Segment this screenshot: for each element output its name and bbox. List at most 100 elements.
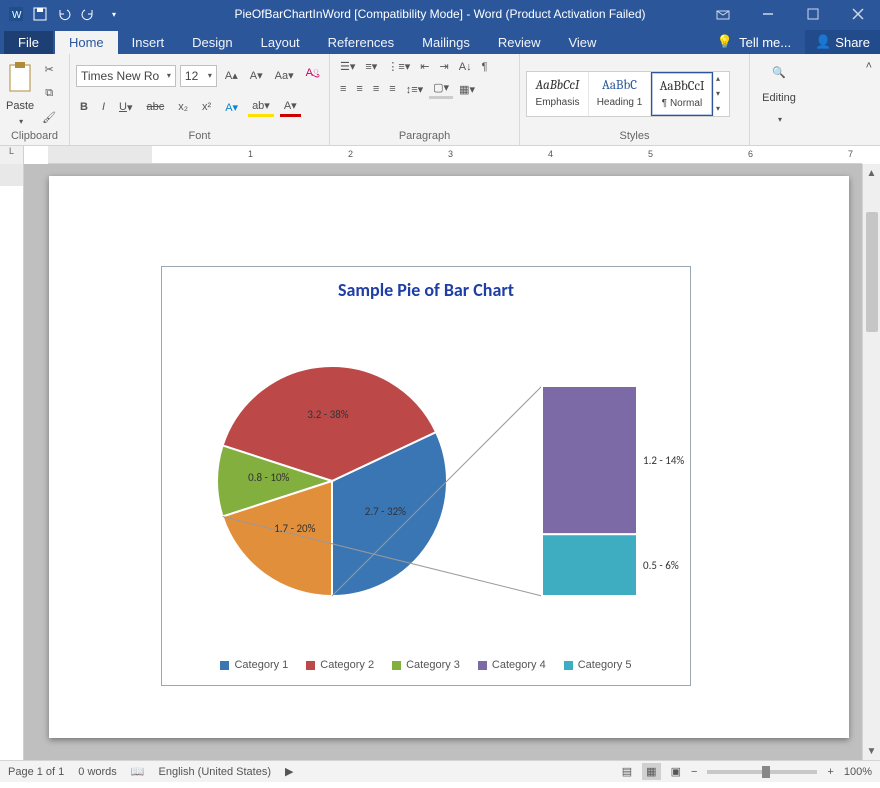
font-name-combo[interactable]: Times New Ro▾ [76, 65, 176, 87]
status-macro-icon[interactable]: ▶ [285, 765, 293, 778]
editing-label[interactable]: Editing [762, 92, 796, 104]
legend-label: Category 4 [492, 659, 546, 671]
copy-icon[interactable]: ⧉ [41, 85, 57, 102]
tab-review[interactable]: Review [484, 31, 555, 54]
strikethrough-button[interactable]: abc [143, 99, 169, 115]
tab-mailings[interactable]: Mailings [408, 31, 484, 54]
tab-home[interactable]: Home [55, 31, 118, 54]
align-left-icon[interactable]: ≡ [336, 81, 350, 97]
close-button[interactable] [835, 0, 880, 28]
undo-icon[interactable] [54, 4, 74, 24]
zoom-slider[interactable] [707, 770, 817, 774]
save-icon[interactable] [30, 4, 50, 24]
italic-button[interactable]: I [98, 99, 109, 115]
format-painter-icon[interactable]: 🖌 [38, 109, 60, 126]
ribbon-options-icon[interactable] [700, 0, 745, 28]
shrink-font-icon[interactable]: A▾ [246, 67, 267, 84]
legend-item: Category 3 [392, 659, 460, 671]
svg-text:W: W [12, 10, 22, 21]
superscript-button[interactable]: x² [198, 99, 215, 115]
scroll-up-icon[interactable]: ▲ [863, 164, 880, 182]
view-web-icon[interactable]: ▣ [671, 765, 681, 778]
align-center-icon[interactable]: ≡ [352, 81, 366, 97]
group-label-clipboard: Clipboard [6, 129, 63, 143]
legend-item: Category 1 [220, 659, 288, 671]
scroll-down-icon[interactable]: ▼ [863, 742, 880, 760]
group-font: Times New Ro▾ 12▾ A▴ A▾ Aa▾ Aུ B I U▾ ab… [70, 54, 330, 145]
qat-customize-icon[interactable]: ▾ [104, 4, 124, 24]
underline-button[interactable]: U▾ [115, 99, 136, 116]
subscript-button[interactable]: x₂ [174, 99, 192, 115]
bold-button[interactable]: B [76, 99, 92, 115]
zoom-out-button[interactable]: − [691, 766, 697, 778]
tab-design[interactable]: Design [178, 31, 246, 54]
redo-icon[interactable] [78, 4, 98, 24]
ribbon-tabs: File Home Insert Design Layout Reference… [0, 28, 880, 54]
zoom-in-button[interactable]: + [827, 766, 833, 778]
cut-icon[interactable]: ✂ [41, 61, 58, 78]
chart-canvas: 2.7 - 32%3.2 - 38%0.8 - 10%1.7 - 20%1.2 … [162, 301, 692, 661]
tab-references[interactable]: References [314, 31, 408, 54]
svg-text:2.7 - 32%: 2.7 - 32% [365, 505, 406, 518]
tab-view[interactable]: View [554, 31, 610, 54]
line-spacing-icon[interactable]: ↕≡▾ [402, 81, 427, 98]
bullets-icon[interactable]: ☰▾ [336, 58, 359, 75]
tab-file[interactable]: File [4, 31, 53, 54]
text-effects-icon[interactable]: A▾ [221, 99, 242, 116]
status-words[interactable]: 0 words [78, 766, 117, 778]
ruler-horizontal[interactable]: 1 2 3 4 5 6 7 [48, 146, 862, 164]
grow-font-icon[interactable]: A▴ [221, 67, 242, 84]
style-heading1[interactable]: AaBbC Heading 1 [589, 72, 651, 116]
highlight-color-icon[interactable]: ab▾ [248, 97, 274, 117]
clear-formatting-icon[interactable]: Aུ [302, 58, 323, 93]
numbering-icon[interactable]: ≡▾ [361, 58, 381, 75]
gallery-more-icon[interactable]: ▾ [716, 104, 729, 113]
align-right-icon[interactable]: ≡ [369, 81, 383, 97]
shading-icon[interactable]: ▢▾ [429, 79, 453, 99]
page[interactable]: Sample Pie of Bar Chart 2.7 - 32%3.2 - 3… [49, 176, 849, 738]
ruler-tick: 5 [648, 149, 653, 159]
show-marks-icon[interactable]: ¶ [478, 59, 492, 75]
font-size-combo[interactable]: 12▾ [180, 65, 217, 87]
legend-label: Category 5 [578, 659, 632, 671]
borders-icon[interactable]: ▦▾ [455, 81, 479, 98]
share-button[interactable]: 👤Share [805, 30, 880, 54]
paste-button[interactable]: Paste ▾ [6, 58, 34, 129]
collapse-ribbon-icon[interactable]: ˄ [862, 58, 876, 74]
increase-indent-icon[interactable]: ⇥ [436, 58, 453, 75]
status-language[interactable]: English (United States) [159, 766, 272, 778]
ruler-vertical[interactable] [0, 164, 24, 760]
font-name-value: Times New Ro [81, 69, 159, 83]
tab-layout[interactable]: Layout [247, 31, 314, 54]
chart-object[interactable]: Sample Pie of Bar Chart 2.7 - 32%3.2 - 3… [161, 266, 691, 686]
status-page[interactable]: Page 1 of 1 [8, 766, 64, 778]
gallery-down-icon[interactable]: ▾ [716, 89, 729, 98]
minimize-button[interactable] [745, 0, 790, 28]
zoom-slider-knob[interactable] [762, 766, 770, 778]
change-case-icon[interactable]: Aa▾ [271, 67, 298, 84]
view-print-icon[interactable]: ▦ [642, 763, 660, 780]
gallery-up-icon[interactable]: ▴ [716, 74, 729, 83]
style-emphasis[interactable]: AaBbCcI Emphasis [527, 72, 589, 116]
tell-me-search[interactable]: 💡Tell me... [707, 30, 801, 54]
view-read-icon[interactable]: ▤ [622, 765, 632, 778]
sort-icon[interactable]: A↓ [455, 59, 476, 75]
decrease-indent-icon[interactable]: ⇤ [416, 58, 433, 75]
style-preview: AaBbCcI [529, 78, 586, 93]
style-normal[interactable]: AaBbCcI ¶ Normal [651, 72, 713, 116]
styles-gallery[interactable]: AaBbCcI Emphasis AaBbC Heading 1 AaBbCcI… [526, 71, 730, 117]
multilevel-list-icon[interactable]: ⋮≡▾ [383, 58, 414, 75]
justify-icon[interactable]: ≡ [385, 81, 399, 97]
scrollbar-vertical[interactable]: ▲ ▼ [862, 164, 880, 760]
statusbar: Page 1 of 1 0 words 📖 English (United St… [0, 760, 880, 782]
document-viewport[interactable]: Sample Pie of Bar Chart 2.7 - 32%3.2 - 3… [24, 164, 880, 760]
legend-swatch [478, 661, 487, 670]
find-icon[interactable]: 🔍 [768, 64, 790, 81]
font-color-icon[interactable]: A▾ [280, 97, 301, 117]
zoom-level[interactable]: 100% [844, 766, 872, 778]
status-proofing-icon[interactable]: 📖 [131, 765, 145, 778]
font-size-value: 12 [185, 69, 198, 83]
maximize-button[interactable] [790, 0, 835, 28]
tab-insert[interactable]: Insert [118, 31, 179, 54]
scroll-thumb[interactable] [866, 212, 878, 332]
